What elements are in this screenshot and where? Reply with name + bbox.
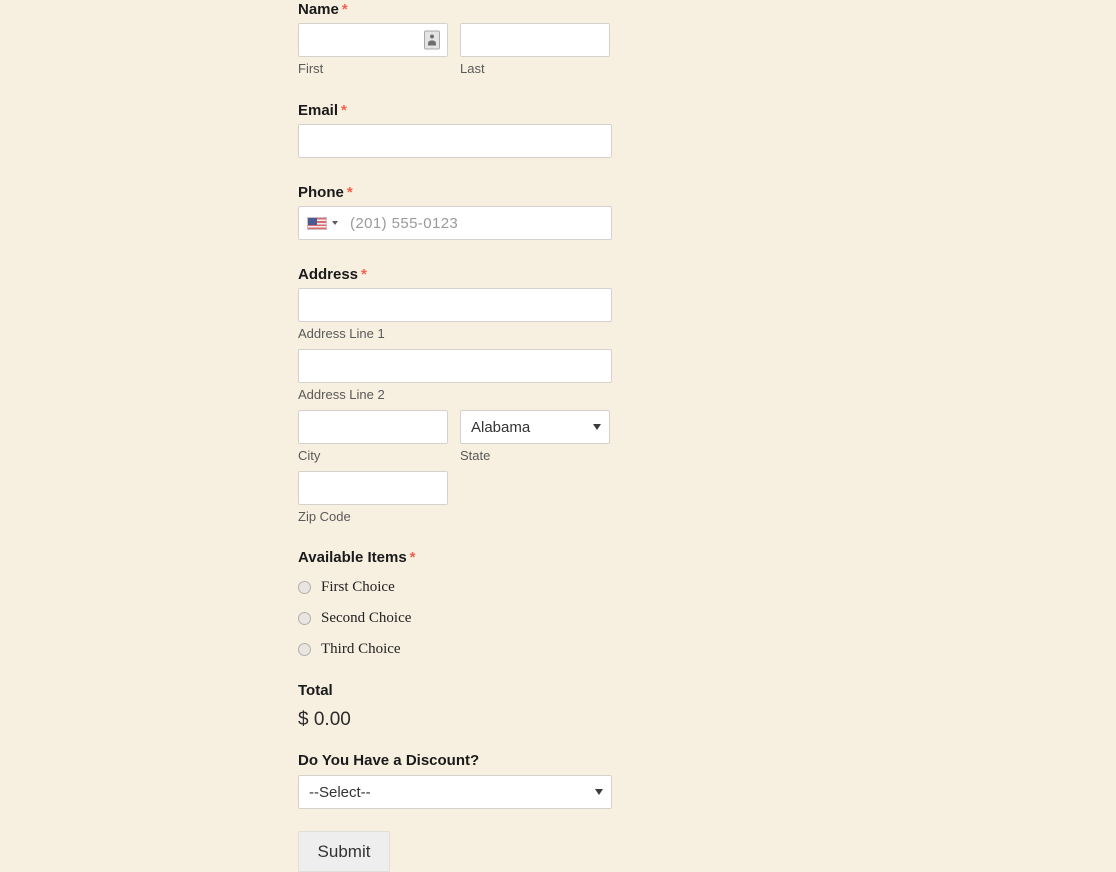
radio-option-first-choice[interactable]: First Choice <box>298 576 638 598</box>
submit-button[interactable]: Submit <box>298 831 390 872</box>
last-name-column: Last <box>460 23 610 75</box>
state-select-value: Alabama <box>471 418 531 436</box>
city-sub-label: City <box>298 448 321 463</box>
discount-select-value: --Select-- <box>309 783 371 801</box>
phone-input[interactable]: (201) 555-0123 <box>298 206 612 240</box>
radio-button-icon[interactable] <box>298 642 311 656</box>
state-sub-label: State <box>460 448 491 463</box>
phone-label: Phone * <box>298 185 638 200</box>
name-label: Name * <box>298 2 638 17</box>
email-required-asterisk: * <box>341 102 347 119</box>
address-required-asterisk: * <box>361 266 367 283</box>
address-line2-sub-label: Address Line 2 <box>298 387 385 402</box>
chevron-down-icon <box>595 789 603 795</box>
last-name-input[interactable] <box>460 23 610 57</box>
address-line2-input[interactable] <box>298 349 612 383</box>
zip-code-input[interactable] <box>298 471 448 505</box>
field-group-email: Email * <box>298 103 638 158</box>
radio-option-third-choice[interactable]: Third Choice <box>298 638 638 660</box>
submit-row: Submit <box>298 831 638 872</box>
country-chevron-down-icon[interactable] <box>332 221 338 225</box>
last-name-sub-label: Last <box>460 61 485 76</box>
chevron-down-icon <box>593 424 601 430</box>
order-form: Name * First Last Email * Phone * (201) … <box>298 0 638 872</box>
radio-button-icon[interactable] <box>298 580 311 594</box>
phone-label-text: Phone <box>298 184 344 201</box>
address-line1-input[interactable] <box>298 288 612 322</box>
first-name-input-wrapper <box>298 23 448 57</box>
city-input[interactable] <box>298 410 448 444</box>
field-group-discount: Do You Have a Discount? --Select-- <box>298 753 638 809</box>
zip-column: Zip Code <box>298 471 638 523</box>
available-items-label: Available Items * <box>298 550 638 565</box>
state-column: Alabama State <box>460 410 610 462</box>
discount-label: Do You Have a Discount? <box>298 752 480 769</box>
total-value: $ 0.00 <box>298 709 351 730</box>
email-label-text: Email <box>298 102 339 119</box>
field-group-address: Address * Address Line 1 Address Line 2 C… <box>298 267 638 523</box>
address-label-text: Address <box>298 266 359 283</box>
radio-label: First Choice <box>321 578 395 595</box>
available-items-label-text: Available Items <box>298 549 407 566</box>
name-required-asterisk: * <box>341 1 348 18</box>
state-select[interactable]: Alabama <box>460 410 610 444</box>
total-label: Total <box>298 682 333 699</box>
city-column: City <box>298 410 448 462</box>
first-name-column: First <box>298 23 448 75</box>
phone-placeholder-text: (201) 555-0123 <box>350 214 459 232</box>
address-line1-sub-label: Address Line 1 <box>298 326 385 341</box>
us-flag-icon[interactable] <box>307 216 327 230</box>
email-input[interactable] <box>298 124 612 158</box>
field-group-available-items: Available Items * First Choice Second Cho… <box>298 550 638 660</box>
radio-option-second-choice[interactable]: Second Choice <box>298 607 638 629</box>
zip-code-sub-label: Zip Code <box>298 509 351 524</box>
discount-select[interactable]: --Select-- <box>298 775 612 809</box>
radio-button-icon[interactable] <box>298 611 311 625</box>
available-items-required-asterisk: * <box>409 549 416 566</box>
first-name-sub-label: First <box>298 61 324 76</box>
email-label: Email * <box>298 103 638 118</box>
field-group-total: Total $ 0.00 <box>298 683 638 729</box>
address-label: Address * <box>298 267 638 282</box>
radio-label: Third Choice <box>321 640 401 657</box>
phone-required-asterisk: * <box>346 184 353 201</box>
name-label-text: Name <box>298 1 339 18</box>
field-group-phone: Phone * (201) 555-0123 <box>298 185 638 240</box>
radio-label: Second Choice <box>321 609 412 626</box>
field-group-name: Name * First Last <box>298 0 638 75</box>
contact-card-icon[interactable] <box>424 30 440 50</box>
